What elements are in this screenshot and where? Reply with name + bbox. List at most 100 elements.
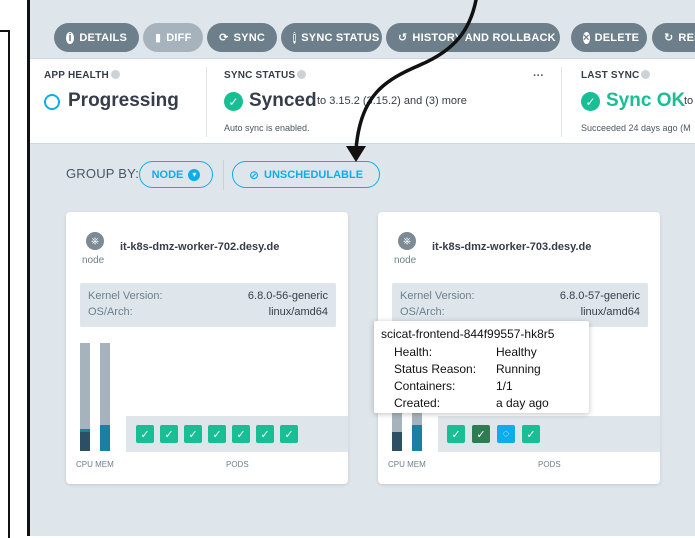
check-circle-icon: ✓ xyxy=(224,92,243,111)
auto-sync-text: Auto sync is enabled. xyxy=(224,123,310,133)
mem-usage-fill xyxy=(412,425,422,451)
help-icon[interactable] xyxy=(110,70,120,79)
cpu-usage-fill xyxy=(80,432,90,451)
unschedulable-toggle[interactable]: ⊘ UNSCHEDULABLE xyxy=(232,161,380,188)
sync-icon: ⟳ xyxy=(219,32,229,44)
node-info-box: Kernel Version: 6.8.0-56-generic OS/Arch… xyxy=(80,283,336,327)
check-circle-icon: ✓ xyxy=(581,92,600,111)
group-by-node-select[interactable]: NODE ▾ xyxy=(139,161,213,188)
kernel-value: 6.8.0-56-generic xyxy=(247,290,328,302)
sync-label: SYNC xyxy=(233,31,265,44)
os-arch-label: OS/Arch: xyxy=(400,306,445,318)
pod-healthy[interactable]: ✓ xyxy=(522,425,540,443)
kernel-label: Kernel Version: xyxy=(88,290,163,302)
history-label: HISTORY AND ROLLBACK xyxy=(412,31,556,44)
eye-slash-icon: ⊘ xyxy=(248,167,260,182)
node-name: it-k8s-dmz-worker-703.desy.de xyxy=(432,241,592,253)
tooltip-reason-label: Status Reason: xyxy=(394,362,477,376)
cpu-bar xyxy=(80,343,90,451)
last-sync-label: LAST SYNC xyxy=(581,70,640,81)
column-divider xyxy=(561,67,562,137)
os-arch-label: OS/Arch: xyxy=(88,306,133,318)
help-icon[interactable] xyxy=(297,70,307,79)
delete-button[interactable]: × DELETE xyxy=(571,23,647,52)
pod-healthy[interactable]: ✓ xyxy=(232,425,250,443)
pods-label: PODS xyxy=(226,460,249,469)
kubernetes-icon: ⎈ xyxy=(398,232,416,250)
refresh-label: REF xyxy=(678,31,695,44)
pod-healthy[interactable]: ✓ xyxy=(256,425,274,443)
sync-status-heading: SYNC STATUS xyxy=(224,70,307,81)
cpu-mem-label: CPU MEM xyxy=(76,460,114,469)
node-name: it-k8s-dmz-worker-702.desy.de xyxy=(120,241,280,253)
cpu-mem-label: CPU MEM xyxy=(388,460,426,469)
pod-healthy[interactable]: ✓ xyxy=(160,425,178,443)
group-by-divider xyxy=(223,160,224,190)
sync-button[interactable]: ⟳ SYNC xyxy=(207,23,277,52)
pods-container: ✓ ✓ ✓ ✓ ✓ ✓ ✓ xyxy=(126,416,348,452)
sync-status-detail[interactable]: to 3.15.2 (3.15.2) and (3) more xyxy=(317,95,467,107)
sync-status-button[interactable]: i SYNC STATUS xyxy=(281,23,382,52)
pod-hovered[interactable]: ✓ xyxy=(472,425,490,443)
help-icon[interactable] xyxy=(641,70,651,79)
progressing-icon xyxy=(44,94,60,110)
last-sync-value: Sync OK xyxy=(606,90,686,111)
kernel-value: 6.8.0-57-generic xyxy=(559,290,640,302)
node-pill-label: NODE xyxy=(151,168,184,181)
chevron-down-icon: ▾ xyxy=(188,168,201,181)
app-content: i DETAILS ▮ DIFF ⟳ SYNC i SYNC STATUS ↺ … xyxy=(30,0,695,536)
status-panel: APP HEALTH Progressing SYNC STATUS ✓ Syn… xyxy=(30,58,695,144)
pod-healthy[interactable]: ✓ xyxy=(184,425,202,443)
app-health-heading: APP HEALTH xyxy=(44,70,120,81)
tooltip-containers-value: 1/1 xyxy=(496,379,513,393)
column-divider xyxy=(206,67,207,137)
file-icon: ▮ xyxy=(155,32,162,44)
history-rollback-button[interactable]: ↺ HISTORY AND ROLLBACK xyxy=(386,23,560,52)
history-icon: ↺ xyxy=(398,32,408,44)
sync-status-label: SYNC STATUS xyxy=(301,31,380,44)
pod-healthy[interactable]: ✓ xyxy=(280,425,298,443)
app-health-label: APP HEALTH xyxy=(44,70,109,81)
toolbar: i DETAILS ▮ DIFF ⟳ SYNC i SYNC STATUS ↺ … xyxy=(30,0,695,58)
info-icon: i xyxy=(293,31,297,44)
pod-progressing[interactable]: ◌ xyxy=(497,425,515,443)
tooltip-containers-label: Containers: xyxy=(394,379,456,393)
pod-healthy[interactable]: ✓ xyxy=(136,425,154,443)
mem-usage-fill xyxy=(100,425,110,451)
os-arch-value: linux/amd64 xyxy=(580,306,640,318)
pods-container: ✓ ✓ ◌ ✓ xyxy=(438,416,660,452)
tooltip-health-value: Healthy xyxy=(496,345,537,359)
refresh-button[interactable]: ↻ REF xyxy=(652,23,695,52)
last-sync-to: to xyxy=(684,95,694,107)
last-sync-sub: Succeeded 24 days ago (M xyxy=(581,123,691,133)
unschedulable-label: UNSCHEDULABLE xyxy=(264,168,364,181)
tooltip-created-value: a day ago xyxy=(496,396,549,410)
close-circle-icon: × xyxy=(583,31,590,44)
group-by-label: GROUP BY: xyxy=(66,166,140,181)
pod-tooltip: scicat-frontend-844f99557-hk8r5 Health: … xyxy=(374,321,589,413)
app-health-value: Progressing xyxy=(68,90,179,111)
node-card: ⎈ node it-k8s-dmz-worker-702.desy.de Ker… xyxy=(66,212,348,484)
os-arch-value: linux/amd64 xyxy=(268,306,328,318)
left-frame xyxy=(0,30,10,538)
pod-healthy[interactable]: ✓ xyxy=(208,425,226,443)
mem-bar xyxy=(100,343,110,451)
tooltip-reason-value: Running xyxy=(496,362,541,376)
kernel-label: Kernel Version: xyxy=(400,290,475,302)
tooltip-pod-name: scicat-frontend-844f99557-hk8r5 xyxy=(381,327,555,341)
delete-label: DELETE xyxy=(594,31,640,44)
tooltip-health-label: Health: xyxy=(394,345,433,359)
sync-status-value: Synced xyxy=(249,90,317,111)
node-type-label: node xyxy=(394,255,417,266)
pod-healthy[interactable]: ✓ xyxy=(447,425,465,443)
info-icon: i xyxy=(66,31,75,44)
more-menu-icon[interactable]: ··· xyxy=(533,70,544,82)
kubernetes-icon: ⎈ xyxy=(86,232,104,250)
tooltip-created-label: Created: xyxy=(394,396,441,410)
sync-status-label: SYNC STATUS xyxy=(224,70,296,81)
details-button[interactable]: i DETAILS xyxy=(54,23,139,52)
diff-button[interactable]: ▮ DIFF xyxy=(143,23,203,52)
refresh-icon: ↻ xyxy=(664,32,674,44)
left-strip xyxy=(0,0,14,538)
details-label: DETAILS xyxy=(79,31,127,44)
